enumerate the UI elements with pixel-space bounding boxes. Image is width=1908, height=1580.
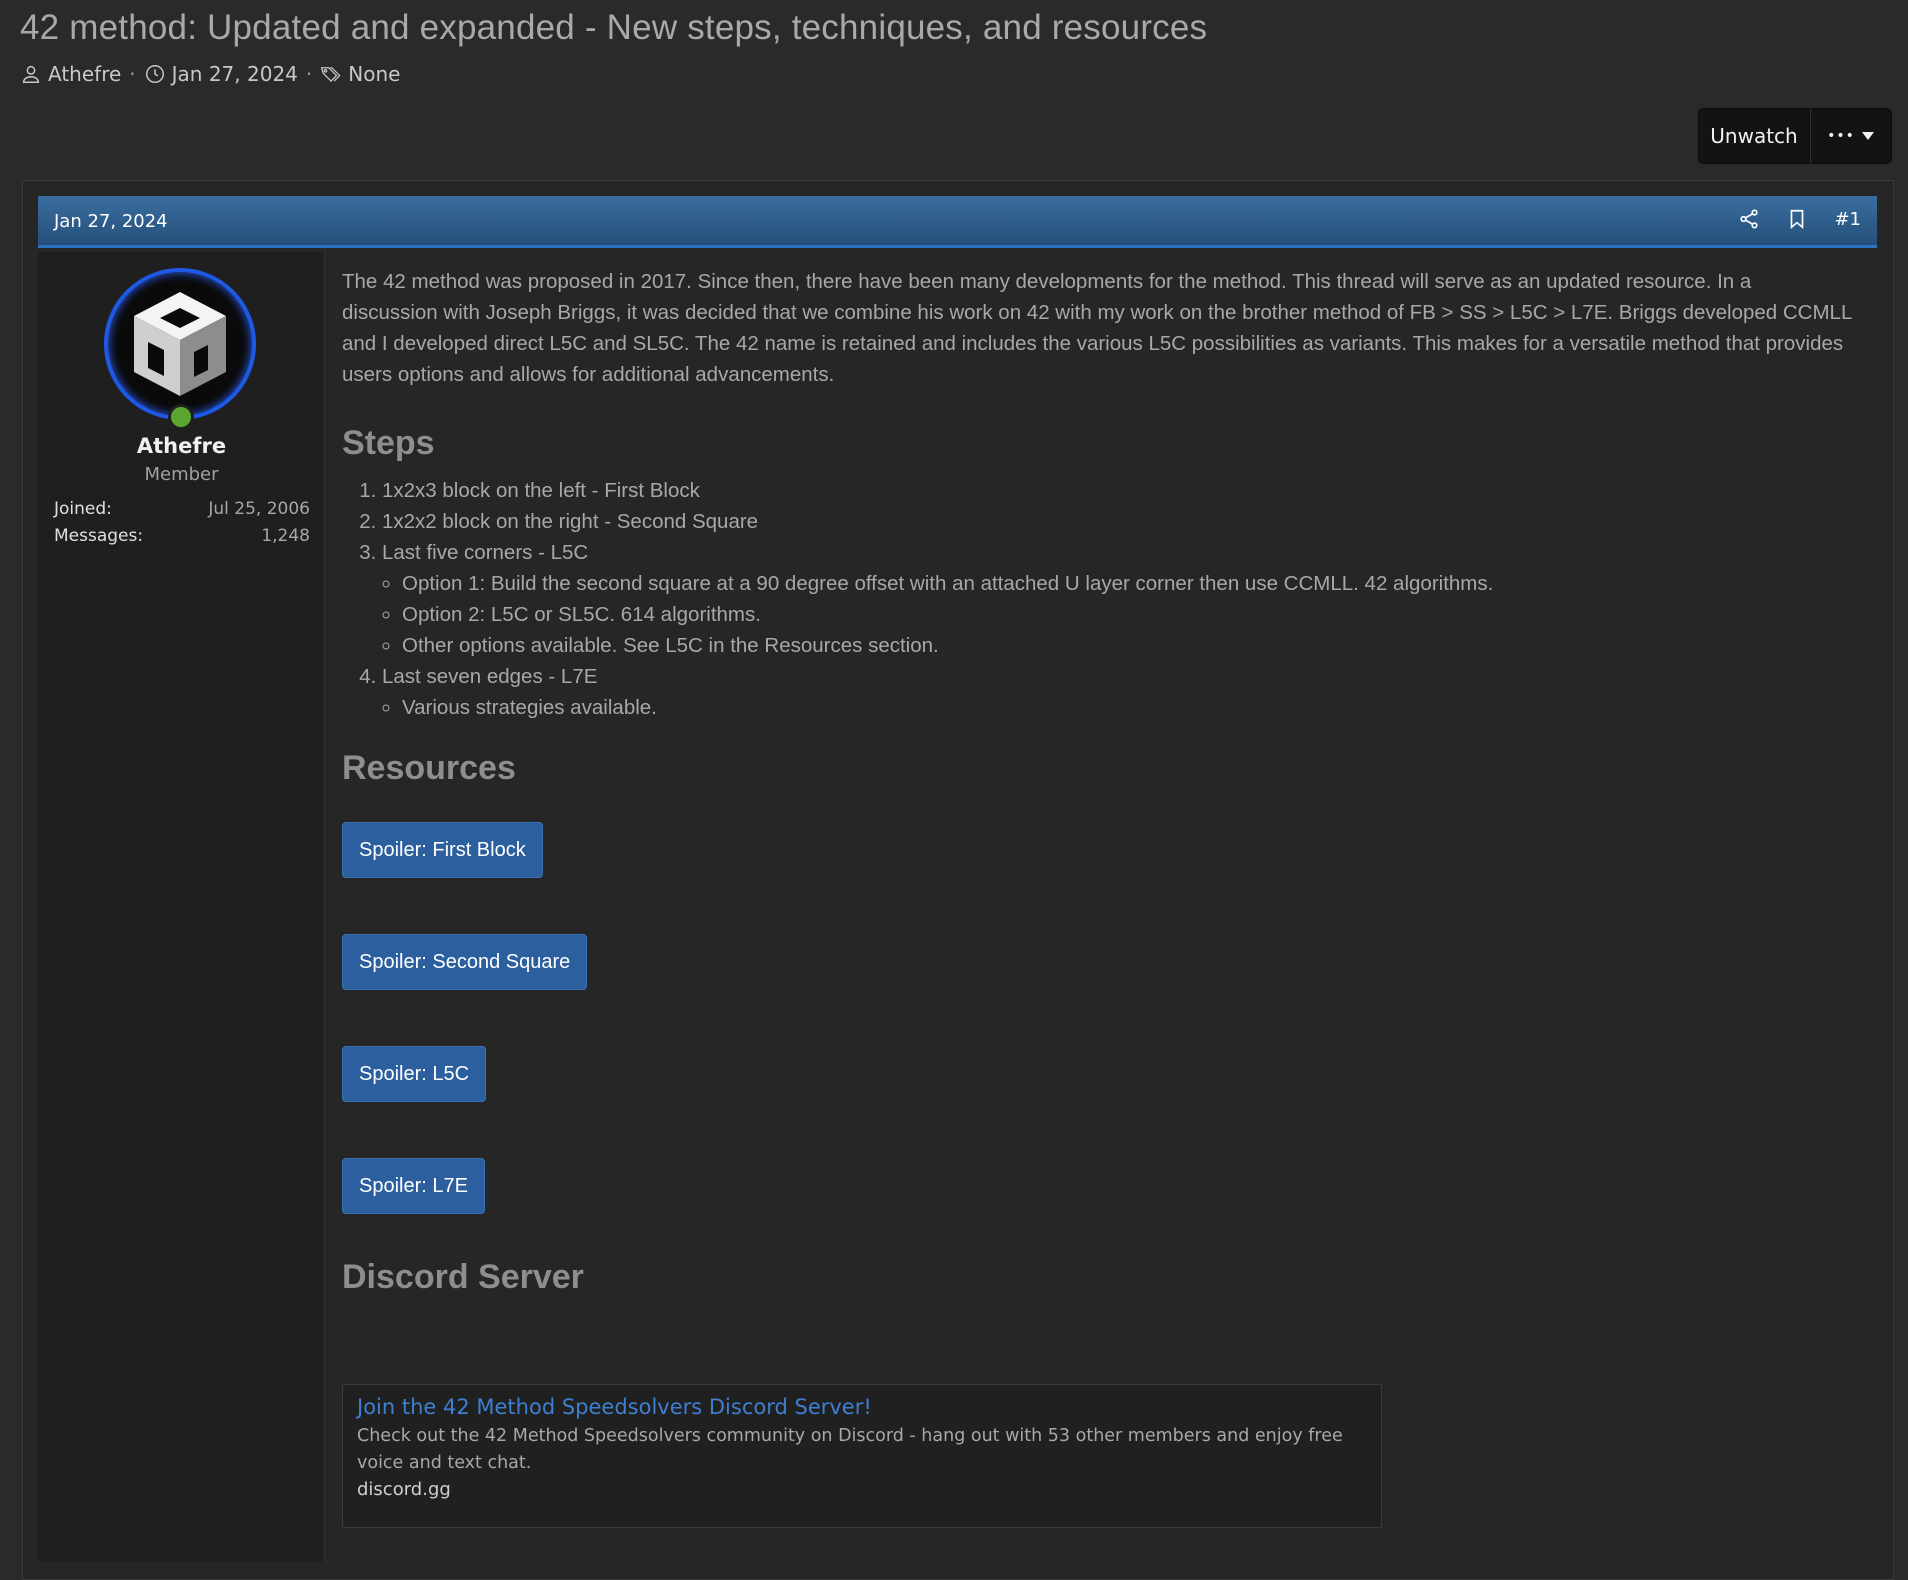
option-item: Other options available. See L5C in the …	[402, 630, 1852, 661]
messages-value[interactable]: 1,248	[261, 526, 310, 546]
thread-author[interactable]: Athefre	[48, 62, 121, 86]
step-item: 1x2x2 block on the right - Second Square	[382, 506, 1852, 537]
joined-value: Jul 25, 2006	[208, 499, 310, 519]
thread-tags: None	[348, 62, 401, 86]
option-item: Various strategies available.	[402, 692, 1852, 723]
resources-heading: Resources	[342, 749, 516, 787]
step-item: 1x2x3 block on the left - First Block	[382, 475, 1852, 506]
spoiler-l5c-button[interactable]: Spoiler: L5C	[342, 1046, 487, 1102]
embed-title-link[interactable]: Join the 42 Method Speedsolvers Discord …	[357, 1395, 1367, 1419]
discord-heading: Discord Server	[342, 1258, 584, 1296]
caret-down-icon	[1861, 132, 1874, 140]
user-joined: Joined: Jul 25, 2006	[54, 499, 310, 519]
spoiler-second-square-button[interactable]: Spoiler: Second Square	[342, 934, 588, 990]
thread-title: 42 method: Updated and expanded - New st…	[20, 8, 1208, 47]
more-options-button[interactable]: •••	[1810, 108, 1892, 164]
user-title: Member	[144, 464, 219, 485]
more-label: •••	[1827, 128, 1855, 144]
post-header: Jan 27, 2024 #1	[38, 196, 1877, 248]
steps-heading: Steps	[342, 424, 435, 462]
thread-meta: Athefre · Jan 27, 2024 · None	[20, 62, 400, 86]
step-item: Last five corners - L5C Option 1: Build …	[382, 537, 1852, 661]
intro-paragraph: The 42 method was proposed in 2017. Sinc…	[342, 270, 1852, 386]
spoiler-l7e-button[interactable]: Spoiler: L7E	[342, 1158, 485, 1214]
clock-icon	[145, 65, 164, 83]
thread-actions: Unwatch •••	[1698, 108, 1892, 164]
tags-icon	[320, 67, 341, 82]
messages-label: Messages:	[54, 526, 144, 546]
step-label: Last seven edges - L7E	[382, 665, 598, 688]
user-messages: Messages: 1,248	[54, 526, 310, 546]
post-number[interactable]: #1	[1834, 209, 1861, 230]
embed-domain: discord.gg	[357, 1479, 451, 1500]
bookmark-icon[interactable]	[1786, 208, 1808, 230]
unwatch-button[interactable]: Unwatch	[1698, 108, 1810, 164]
step3-options: Option 1: Build the second square at a 9…	[382, 568, 1852, 661]
joined-label: Joined:	[54, 499, 112, 519]
share-icon[interactable]	[1738, 208, 1760, 230]
user-sidebar: Athefre Member Joined: Jul 25, 2006 Mess…	[38, 252, 325, 1562]
username[interactable]: Athefre	[38, 434, 325, 458]
post-date[interactable]: Jan 27, 2024	[54, 211, 168, 232]
thread-date[interactable]: Jan 27, 2024	[172, 62, 298, 86]
spoiler-first-block-button[interactable]: Spoiler: First Block	[342, 822, 543, 878]
online-status-icon	[168, 404, 194, 430]
discord-embed-card[interactable]: Join the 42 Method Speedsolvers Discord …	[342, 1384, 1382, 1528]
cube-logo-icon	[134, 292, 226, 396]
step-label: Last five corners - L5C	[382, 541, 589, 564]
user-icon	[22, 65, 40, 83]
step4-options: Various strategies available.	[382, 692, 1852, 723]
post-body: The 42 method was proposed in 2017. Sinc…	[342, 266, 1852, 1296]
option-item: Option 1: Build the second square at a 9…	[402, 568, 1852, 599]
avatar[interactable]	[104, 268, 256, 420]
step-item: Last seven edges - L7E Various strategie…	[382, 661, 1852, 723]
option-item: Option 2: L5C or SL5C. 614 algorithms.	[402, 599, 1852, 630]
embed-description: Check out the 42 Method Speedsolvers com…	[357, 1426, 1343, 1473]
steps-list: 1x2x3 block on the left - First Block 1x…	[342, 475, 1852, 723]
